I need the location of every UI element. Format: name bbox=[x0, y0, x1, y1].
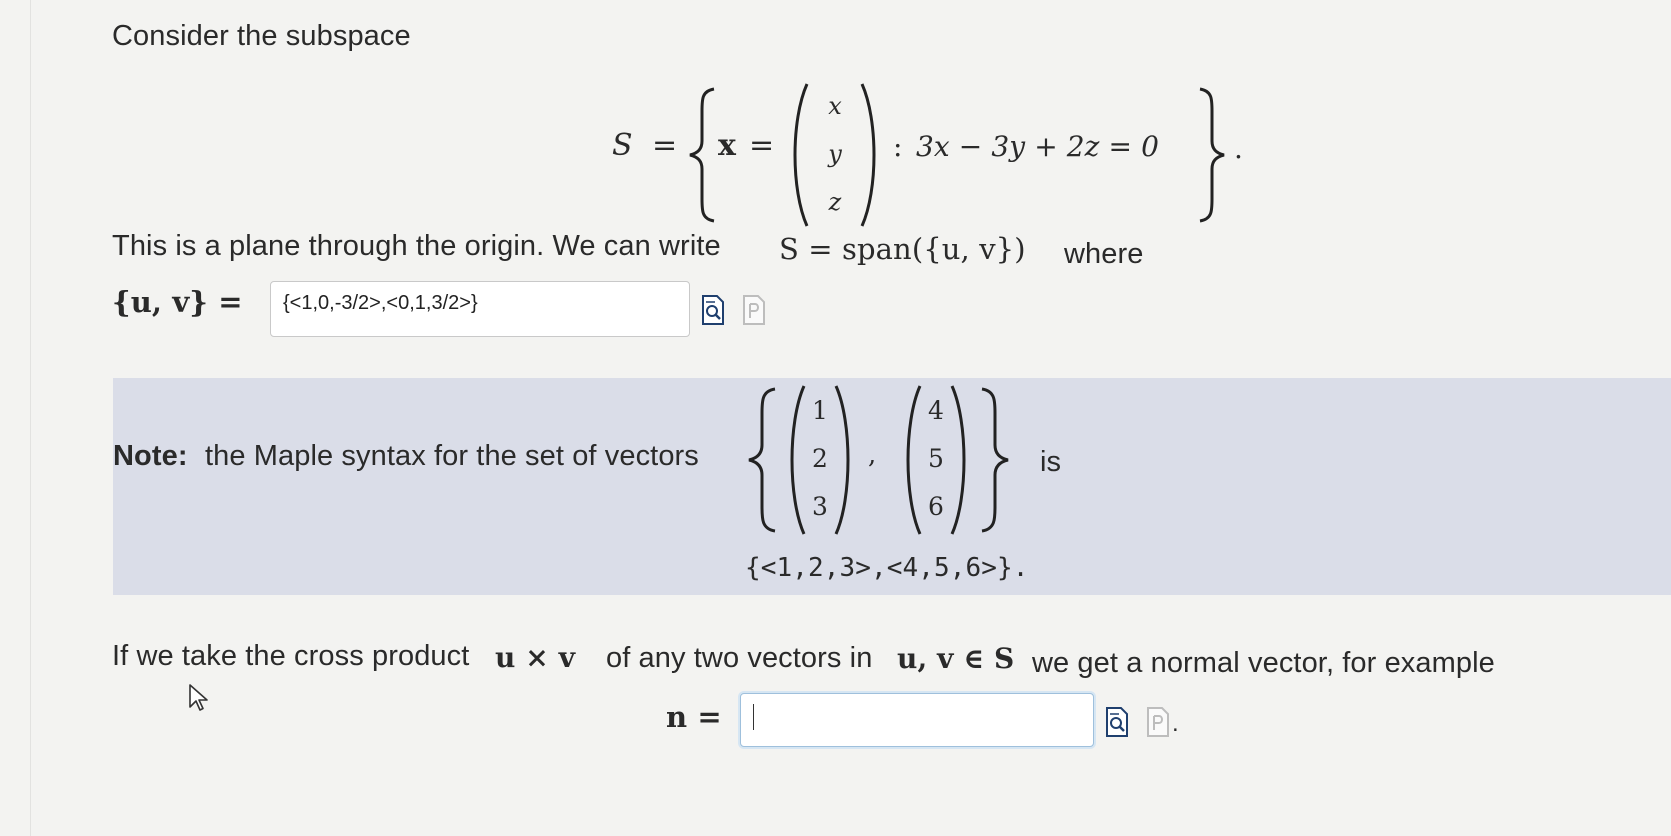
note-label: Note: bbox=[113, 440, 188, 473]
cross-text-3: we get a normal vector, for example bbox=[1032, 647, 1495, 679]
vector1-right-paren bbox=[834, 385, 850, 535]
left-brace bbox=[689, 87, 715, 223]
v2-entry-3: 6 bbox=[928, 492, 944, 521]
vector2-right-paren bbox=[950, 385, 966, 535]
question-page: Consider the subspace S = x = x y z : 3x… bbox=[0, 0, 1671, 836]
note-right-brace bbox=[981, 387, 1009, 533]
text-caret bbox=[753, 704, 754, 730]
maple-help-icon[interactable] bbox=[1146, 706, 1170, 738]
note-is: is bbox=[1040, 446, 1062, 478]
uv-answer-input[interactable]: {<1,0,-3/2>,<0,1,3/2>} bbox=[270, 281, 690, 337]
set-name: S bbox=[612, 128, 633, 163]
vector-entries: x y z bbox=[820, 82, 850, 226]
preview-icon[interactable] bbox=[1105, 706, 1129, 738]
cross-text-1: If we take the cross product bbox=[112, 640, 470, 672]
n-answer-input[interactable] bbox=[740, 693, 1094, 747]
v1-entry-2: 2 bbox=[812, 444, 828, 473]
note-text: the Maple syntax for the set of vectors bbox=[205, 440, 699, 472]
where-text: where bbox=[1064, 238, 1144, 270]
cross-text-2: of any two vectors in bbox=[606, 642, 873, 674]
period: . bbox=[1234, 132, 1244, 165]
condition: 3x − 3y + 2z = 0 bbox=[916, 130, 1160, 163]
maple-help-icon[interactable] bbox=[742, 294, 766, 326]
uv-label: {u, v} = bbox=[112, 285, 243, 319]
vector2-entries: 4 5 6 bbox=[922, 387, 950, 531]
v2-entry-1: 4 bbox=[928, 396, 944, 425]
uv-answer-value: {<1,0,-3/2>,<0,1,3/2>} bbox=[283, 292, 478, 314]
intro-text: Consider the subspace bbox=[112, 20, 411, 52]
cross-math-1: u × v bbox=[495, 641, 576, 674]
vector-x: x bbox=[718, 128, 736, 163]
left-border bbox=[30, 0, 31, 836]
cross-math-2: u, v ∈ S bbox=[897, 642, 1015, 675]
span-expression: S = span({u, v}) bbox=[779, 232, 1026, 266]
entry-z: z bbox=[828, 188, 842, 216]
equals-sign-2: = bbox=[749, 128, 775, 163]
equals-sign: = bbox=[652, 128, 678, 163]
right-paren bbox=[860, 83, 876, 227]
left-paren bbox=[793, 83, 809, 227]
preview-icon[interactable] bbox=[701, 294, 725, 326]
v1-entry-3: 3 bbox=[812, 492, 828, 521]
mouse-pointer-icon bbox=[189, 684, 208, 711]
note-left-brace bbox=[748, 387, 776, 533]
plane-text: This is a plane through the origin. We c… bbox=[112, 230, 721, 262]
note-bold: Note: bbox=[113, 440, 188, 472]
vector-separator: , bbox=[868, 440, 877, 470]
n-period: . bbox=[1172, 710, 1179, 737]
entry-y: y bbox=[828, 140, 842, 168]
v2-entry-2: 5 bbox=[928, 444, 944, 473]
n-label: n = bbox=[666, 700, 722, 734]
v1-entry-1: 1 bbox=[812, 396, 828, 425]
colon: : bbox=[893, 130, 903, 163]
maple-syntax: {<1,2,3>,<4,5,6>}. bbox=[745, 553, 1029, 583]
entry-x: x bbox=[828, 92, 842, 120]
vector1-left-paren bbox=[790, 385, 806, 535]
right-brace bbox=[1199, 87, 1225, 223]
vector1-entries: 1 2 3 bbox=[806, 387, 834, 531]
vector2-left-paren bbox=[906, 385, 922, 535]
